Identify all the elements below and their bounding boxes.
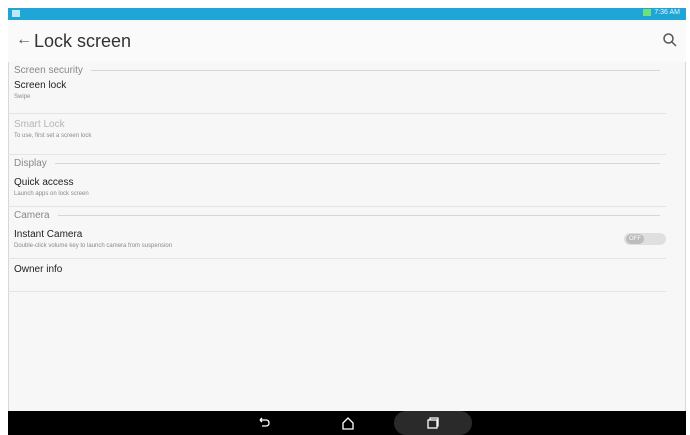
setting-instant-camera[interactable]: Instant Camera Double-click volume key t… xyxy=(8,224,666,259)
setting-screen-lock[interactable]: Screen lock Swipe xyxy=(8,79,666,114)
section-header-display: Display xyxy=(8,155,686,172)
instant-camera-toggle[interactable]: OFF xyxy=(624,233,666,245)
setting-title: Owner info xyxy=(14,264,63,275)
section-label: Display xyxy=(14,158,47,169)
search-icon[interactable] xyxy=(662,32,678,48)
settings-list: Screen security Screen lock Swipe Smart … xyxy=(8,62,686,292)
setting-title: Instant Camera xyxy=(14,229,83,240)
clock-text: 7:36 AM xyxy=(654,9,680,16)
setting-smart-lock: Smart Lock To use, first set a screen lo… xyxy=(8,114,666,155)
setting-title: Screen lock xyxy=(14,80,67,91)
recents-icon[interactable] xyxy=(424,415,440,431)
section-divider xyxy=(57,215,660,216)
setting-subtitle: Swipe xyxy=(14,94,31,100)
section-label: Camera xyxy=(14,210,50,221)
arrow-left-icon[interactable]: ← xyxy=(16,32,32,48)
section-divider xyxy=(54,163,660,164)
page-title: Lock screen xyxy=(34,31,132,51)
status-bar: 7:36 AM xyxy=(8,8,686,20)
setting-subtitle: To use, first set a screen lock xyxy=(14,133,92,139)
section-divider xyxy=(90,70,660,71)
setting-title: Smart Lock xyxy=(14,119,65,130)
setting-subtitle: Double-click volume key to launch camera… xyxy=(14,243,173,249)
section-label: Screen security xyxy=(14,65,83,76)
battery-icon xyxy=(643,9,652,16)
notification-icon xyxy=(12,10,20,17)
status-right: 7:36 AM xyxy=(643,9,680,16)
app-header: ← Lock screen xyxy=(8,20,686,62)
setting-quick-access[interactable]: Quick access Launch apps on lock screen xyxy=(8,172,666,207)
setting-owner-info[interactable]: Owner info xyxy=(8,259,666,292)
setting-subtitle: Launch apps on lock screen xyxy=(14,191,89,197)
setting-title: Quick access xyxy=(14,177,74,188)
home-icon[interactable] xyxy=(340,415,356,431)
back-icon[interactable] xyxy=(256,415,272,431)
toggle-knob: OFF xyxy=(626,234,644,244)
section-header-screen-security: Screen security xyxy=(8,62,686,79)
section-header-camera: Camera xyxy=(8,207,686,224)
